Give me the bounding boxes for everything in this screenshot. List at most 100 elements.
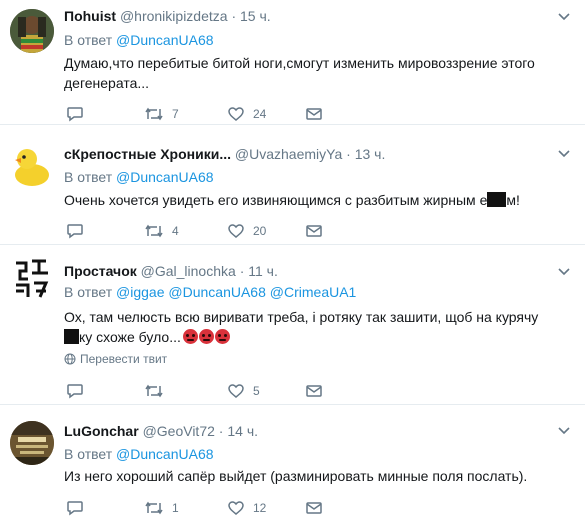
translate-label: Перевести твит [80,352,168,366]
angry-face-emoji [182,329,198,344]
reply-context: В ответ @DuncanUA68 [64,31,214,49]
tweet-header: Простачок @Gal_linochka · 11 ч. [64,262,278,280]
reply-prefix: В ответ [64,284,113,300]
tweet-text-part: Очень хочется увидеть его извиняющимся с… [64,192,488,208]
reply-button[interactable] [66,104,84,124]
translate-link[interactable]: Перевести твит [64,352,167,366]
message-icon [306,225,322,237]
retweet-icon [145,501,163,515]
avatar[interactable] [10,144,54,188]
like-icon [228,107,244,121]
caret-down-icon[interactable] [557,12,571,22]
like-icon [228,224,244,238]
timestamp[interactable]: 14 ч. [227,423,258,439]
tweet-actions: 4 20 [64,221,344,241]
reply-icon [67,107,83,122]
separator-dot: · [218,423,224,439]
avatar[interactable] [10,421,54,465]
user-handle[interactable]: @GeoVit72 [143,423,215,439]
tweet-text: Очень хочется увидеть его извиняющимся с… [64,190,564,210]
tweet-actions: 5 [64,381,344,401]
tweet-text-line: ку схоже було... [64,327,564,347]
tweet[interactable]: LuGonchar @GeoVit72 · 14 ч. В ответ @Dun… [0,405,585,521]
reply-prefix: В ответ [64,169,113,185]
timestamp[interactable]: 15 ч. [240,8,271,24]
tweet-text: Думаю,что перебитые битой ноги,смогут из… [64,53,564,93]
mention-link[interactable]: @DuncanUA68 [168,284,266,300]
like-count: 5 [253,384,260,398]
message-icon [306,385,322,397]
retweet-button[interactable] [144,381,172,401]
tweet-text-part: м! [506,192,520,208]
display-name[interactable]: Простачок [64,263,137,279]
avatar-image [10,257,54,301]
message-button[interactable] [305,221,323,241]
tweet-header: сКрепостные Хроники... @UvazhaemiyYa · 1… [64,145,385,163]
angry-face-emoji [198,329,214,344]
reply-button[interactable] [66,221,84,241]
like-button[interactable]: 24 [227,104,266,124]
like-button[interactable]: 12 [227,498,266,518]
tweet[interactable]: Простачок @Gal_linochka · 11 ч. В ответ … [0,245,585,405]
globe-icon [64,353,76,365]
like-button[interactable]: 5 [227,381,260,401]
tweet[interactable]: сКрепостные Хроники... @UvazhaemiyYa · 1… [0,125,585,245]
user-handle[interactable]: @Gal_linochka [141,263,236,279]
avatar-image [10,421,54,465]
retweet-button[interactable]: 7 [144,104,179,124]
tweet-actions: 1 12 [64,498,344,518]
avatar[interactable] [10,9,54,53]
reply-prefix: В ответ [64,32,113,48]
caret-down-icon[interactable] [557,149,571,159]
mention-link[interactable]: @DuncanUA68 [116,32,214,48]
message-button[interactable] [305,381,323,401]
message-button[interactable] [305,498,323,518]
caret-down-icon[interactable] [557,267,571,277]
user-handle[interactable]: @hronikipizdetza [120,8,228,24]
display-name[interactable]: сКрепостные Хроники... [64,146,231,162]
timestamp[interactable]: 13 ч. [355,146,386,162]
like-icon [228,501,244,515]
separator-dot: · [231,8,237,24]
message-icon [306,108,322,120]
reply-context: В ответ @DuncanUA68 [64,168,214,186]
timestamp[interactable]: 11 ч. [248,263,278,279]
tweet-text: Из него хороший сапёр выйдет (разминиров… [64,466,564,486]
tweet-text-part: ку схоже було... [79,329,181,345]
caret-down-icon[interactable] [557,426,571,436]
reply-button[interactable] [66,381,84,401]
separator-dot: · [346,146,351,162]
mention-link[interactable]: @iggae [116,284,164,300]
tweet-header: LuGonchar @GeoVit72 · 14 ч. [64,422,258,440]
mention-link[interactable]: @DuncanUA68 [116,446,214,462]
reply-icon [67,384,83,399]
tweet-actions: 7 24 [64,104,344,124]
mention-link[interactable]: @DuncanUA68 [116,169,214,185]
reply-button[interactable] [66,498,84,518]
avatar-image [10,9,54,53]
tweet-header: Пohuist @hronikipizdetza · 15 ч. [64,7,271,25]
retweet-button[interactable]: 1 [144,498,179,518]
separator-dot: · [239,263,245,279]
display-name[interactable]: LuGonchar [64,423,139,439]
message-button[interactable] [305,104,323,124]
like-count: 24 [253,107,267,121]
retweet-count: 1 [172,501,179,515]
user-handle[interactable]: @UvazhaemiyYa [235,146,342,162]
like-button[interactable]: 20 [227,221,266,241]
tweet-text-line: Ох, там челюсть всю виривати треба, і ро… [64,309,539,325]
like-icon [228,384,244,398]
reply-context: В ответ @iggae @DuncanUA68 @CrimeaUA1 [64,283,356,301]
reply-prefix: В ответ [64,446,113,462]
avatar[interactable] [10,257,54,301]
tweet[interactable]: Пohuist @hronikipizdetza · 15 ч. В ответ… [0,0,585,125]
like-count: 20 [253,224,267,238]
message-icon [306,502,322,514]
like-count: 12 [253,501,267,515]
display-name[interactable]: Пohuist [64,8,116,24]
retweet-button[interactable]: 4 [144,221,179,241]
retweet-count: 7 [172,107,179,121]
reply-icon [67,501,83,516]
tweet-text-line: Из него хороший сапёр выйдет (разминиров… [64,468,528,484]
mention-link[interactable]: @CrimeaUA1 [270,284,357,300]
